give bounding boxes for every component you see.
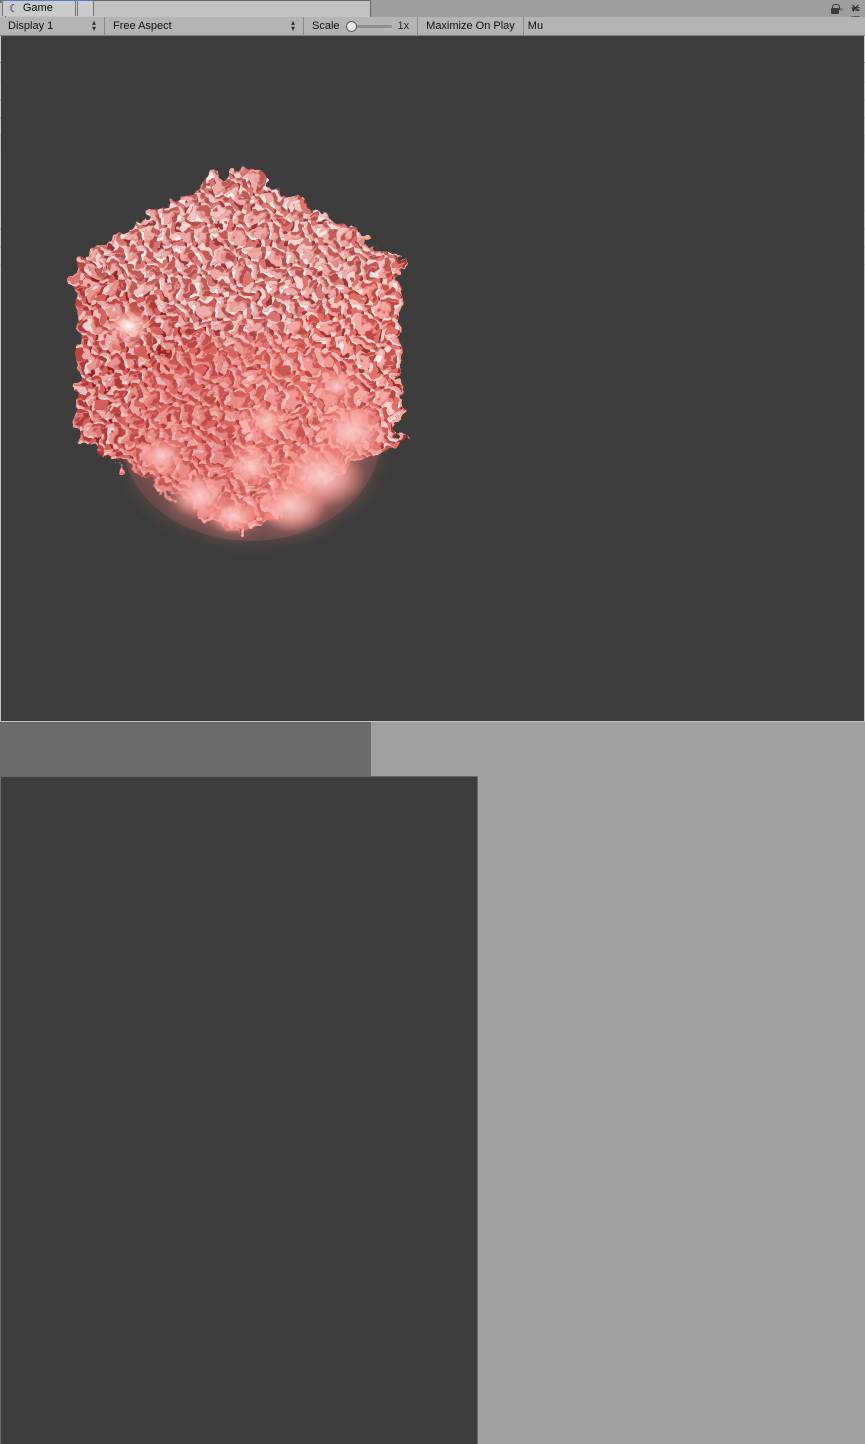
tab-game-label: Game [22,2,53,14]
game-viewport[interactable] [1,36,864,721]
aspect-dropdown[interactable]: Free Aspect ▴ ▾ [105,17,303,36]
game-panel: ☾ Game ▫ ✕ ▾≡ Display 1 ▴▾ Free Aspect ▴… [0,0,865,1444]
display-dropdown[interactable]: Display 1 ▴ ▾ [0,17,104,36]
mute-audio-toggle[interactable]: Mu [524,17,547,36]
tab-active-accent [3,0,75,1]
game-render-distorted-cube [77,164,401,541]
game-toolbar: Display 1 ▴ ▾ Free Aspect ▴ ▾ Scale 1x Max… [0,16,865,36]
tab-game[interactable]: ☾ Game [2,0,76,16]
chevron-updown-icon: ▴▾ [91,18,96,33]
display-value: Display 1 [8,20,54,32]
aspect-value: Free Aspect [113,20,172,32]
maximize-on-play-toggle[interactable]: Maximize On Play [418,17,523,36]
scale-label: Scale [312,20,340,32]
gamepad-icon: ☾ [9,2,19,15]
scale-slider-group[interactable]: Scale 1x [304,17,417,36]
scale-slider[interactable] [345,20,392,32]
scale-slider-knob[interactable] [345,20,357,32]
lock-icon[interactable] [831,4,840,14]
maximize-icon[interactable]: ▫ [840,4,843,14]
chevron-updown-icon: ▴▾ [290,18,295,33]
scale-value: 1x [397,20,410,32]
unity-editor-window: t A A i Inspector ▾≡ TestProfile [0,0,865,1444]
